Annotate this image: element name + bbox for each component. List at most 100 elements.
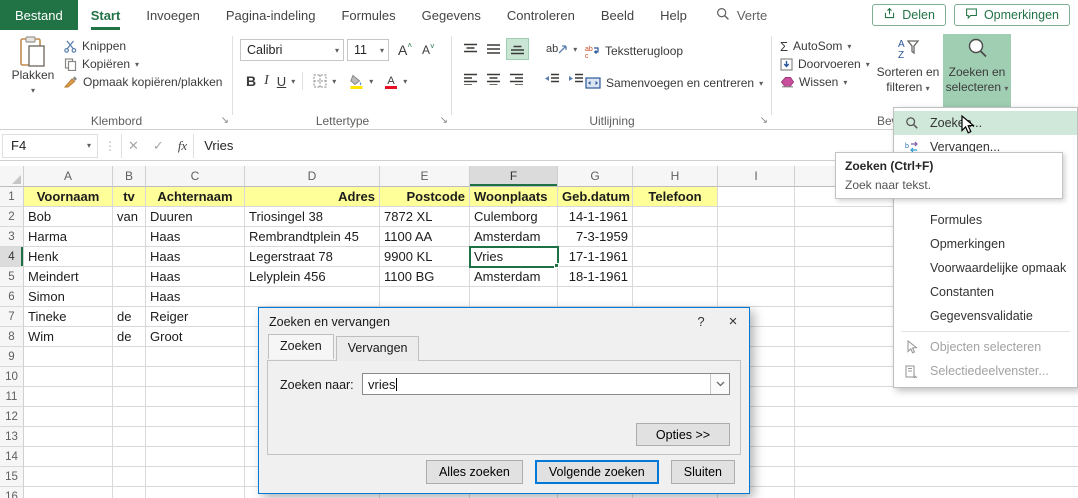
row-header-8[interactable]: 8 [0, 327, 24, 347]
row-header-10[interactable]: 10 [0, 367, 24, 387]
cell[interactable]: Haas [146, 267, 245, 287]
cell[interactable] [718, 227, 795, 247]
cell[interactable] [113, 267, 146, 287]
cell[interactable]: Postcode [380, 187, 470, 207]
cell[interactable] [146, 467, 245, 487]
cut-button[interactable]: Knippen [64, 37, 222, 55]
align-middle-button[interactable] [483, 38, 504, 60]
cell[interactable]: Tineke [24, 307, 113, 327]
font-size-combo[interactable]: 11 ▾ [347, 39, 389, 61]
row-header-3[interactable]: 3 [0, 227, 24, 247]
format-painter-button[interactable]: Opmaak kopiëren/plakken [64, 73, 222, 91]
cell[interactable] [113, 247, 146, 267]
cell[interactable]: Bob [24, 207, 113, 227]
column-header-E[interactable]: E [380, 166, 470, 187]
ribbon-tab-start[interactable]: Start [90, 0, 121, 30]
cell[interactable] [146, 427, 245, 447]
align-left-button[interactable] [460, 68, 481, 90]
cell[interactable] [718, 287, 795, 307]
row-header-7[interactable]: 7 [0, 307, 24, 327]
dialog-close-icon[interactable]: × [717, 308, 749, 335]
cell[interactable]: Geb.datum [558, 187, 633, 207]
menu-item-constanten[interactable]: Constanten [894, 280, 1077, 304]
fill-color-button[interactable] [346, 70, 367, 92]
cell[interactable] [113, 487, 146, 498]
cell[interactable] [24, 467, 113, 487]
decrease-indent-button[interactable] [541, 68, 563, 90]
cell[interactable]: Rembrandtplein 45 [245, 227, 380, 247]
row-header-14[interactable]: 14 [0, 447, 24, 467]
cell[interactable] [146, 487, 245, 498]
column-header-B[interactable]: B [113, 166, 146, 187]
select-all-corner[interactable] [0, 166, 24, 187]
row-header-2[interactable]: 2 [0, 207, 24, 227]
cell[interactable]: Adres [245, 187, 380, 207]
row-header-1[interactable]: 1 [0, 187, 24, 207]
row-header-4[interactable]: 4 [0, 247, 24, 267]
cell[interactable] [113, 287, 146, 307]
cell[interactable]: 9900 KL [380, 247, 470, 267]
cell[interactable]: 17-1-1961 [558, 247, 633, 267]
menu-item-zoeken[interactable]: Zoeken... [894, 111, 1077, 135]
options-button[interactable]: Opties >> [636, 423, 730, 446]
cell[interactable] [24, 447, 113, 467]
cell[interactable]: Haas [146, 247, 245, 267]
cell[interactable]: Amsterdam [470, 227, 558, 247]
row-header-12[interactable]: 12 [0, 407, 24, 427]
cell[interactable]: de [113, 327, 146, 347]
row-header-15[interactable]: 15 [0, 467, 24, 487]
row-header-5[interactable]: 5 [0, 267, 24, 287]
insert-function-button[interactable]: fx [178, 138, 187, 154]
underline-button[interactable]: U [274, 70, 289, 92]
row-header-11[interactable]: 11 [0, 387, 24, 407]
ribbon-tab-beeld[interactable]: Beeld [601, 0, 634, 30]
cell-filler[interactable] [795, 387, 1078, 407]
cell[interactable]: Duuren [146, 207, 245, 227]
cell[interactable] [24, 427, 113, 447]
cell[interactable] [380, 287, 470, 307]
menu-item-formules[interactable]: Formules [894, 208, 1077, 232]
cell[interactable] [146, 407, 245, 427]
cell[interactable]: Reiger [146, 307, 245, 327]
ribbon-tab-controleren[interactable]: Controleren [507, 0, 575, 30]
font-name-combo[interactable]: Calibri ▾ [240, 39, 344, 61]
font-color-button[interactable]: A [381, 70, 401, 92]
cell[interactable] [113, 447, 146, 467]
ribbon-tab-formules[interactable]: Formules [341, 0, 395, 30]
find-what-input[interactable]: vries [362, 373, 730, 395]
cell[interactable]: Haas [146, 287, 245, 307]
cell[interactable]: Simon [24, 287, 113, 307]
column-header-I[interactable]: I [718, 166, 795, 187]
column-header-C[interactable]: C [146, 166, 245, 187]
cell[interactable]: Woonplaats [470, 187, 558, 207]
combo-dropdown-button[interactable] [710, 374, 729, 394]
cell[interactable]: Lelyplein 456 [245, 267, 380, 287]
cell[interactable] [113, 407, 146, 427]
italic-button[interactable]: I [261, 70, 272, 92]
cell[interactable] [245, 287, 380, 307]
close-button[interactable]: Sluiten [670, 460, 735, 484]
cell[interactable]: Harma [24, 227, 113, 247]
bold-button[interactable]: B [243, 70, 259, 92]
cell[interactable] [633, 227, 718, 247]
cell[interactable]: van [113, 207, 146, 227]
menu-item-voorwaardelijke-opmaak[interactable]: Voorwaardelijke opmaak [894, 256, 1077, 280]
cell[interactable] [146, 347, 245, 367]
paste-button[interactable]: Plakken ▾ [8, 36, 58, 114]
dialog-launcher-icon[interactable]: ↘ [440, 115, 448, 126]
cell[interactable] [113, 387, 146, 407]
cell[interactable]: 7872 XL [380, 207, 470, 227]
dialog-titlebar[interactable]: Zoeken en vervangen ? × [259, 308, 749, 335]
ribbon-tab-gegevens[interactable]: Gegevens [422, 0, 481, 30]
row-header-9[interactable]: 9 [0, 347, 24, 367]
cell[interactable] [470, 287, 558, 307]
cell[interactable]: 1100 AA [380, 227, 470, 247]
cell[interactable]: tv [113, 187, 146, 207]
ribbon-tab-pagina-indeling[interactable]: Pagina-indeling [226, 0, 316, 30]
align-center-button[interactable] [483, 68, 504, 90]
cell[interactable]: 14-1-1961 [558, 207, 633, 227]
autosum-button[interactable]: Σ AutoSom ▾ [780, 37, 870, 55]
align-right-button[interactable] [506, 68, 527, 90]
menu-item-opmerkingen[interactable]: Opmerkingen [894, 232, 1077, 256]
cell-filler[interactable] [795, 487, 1078, 498]
